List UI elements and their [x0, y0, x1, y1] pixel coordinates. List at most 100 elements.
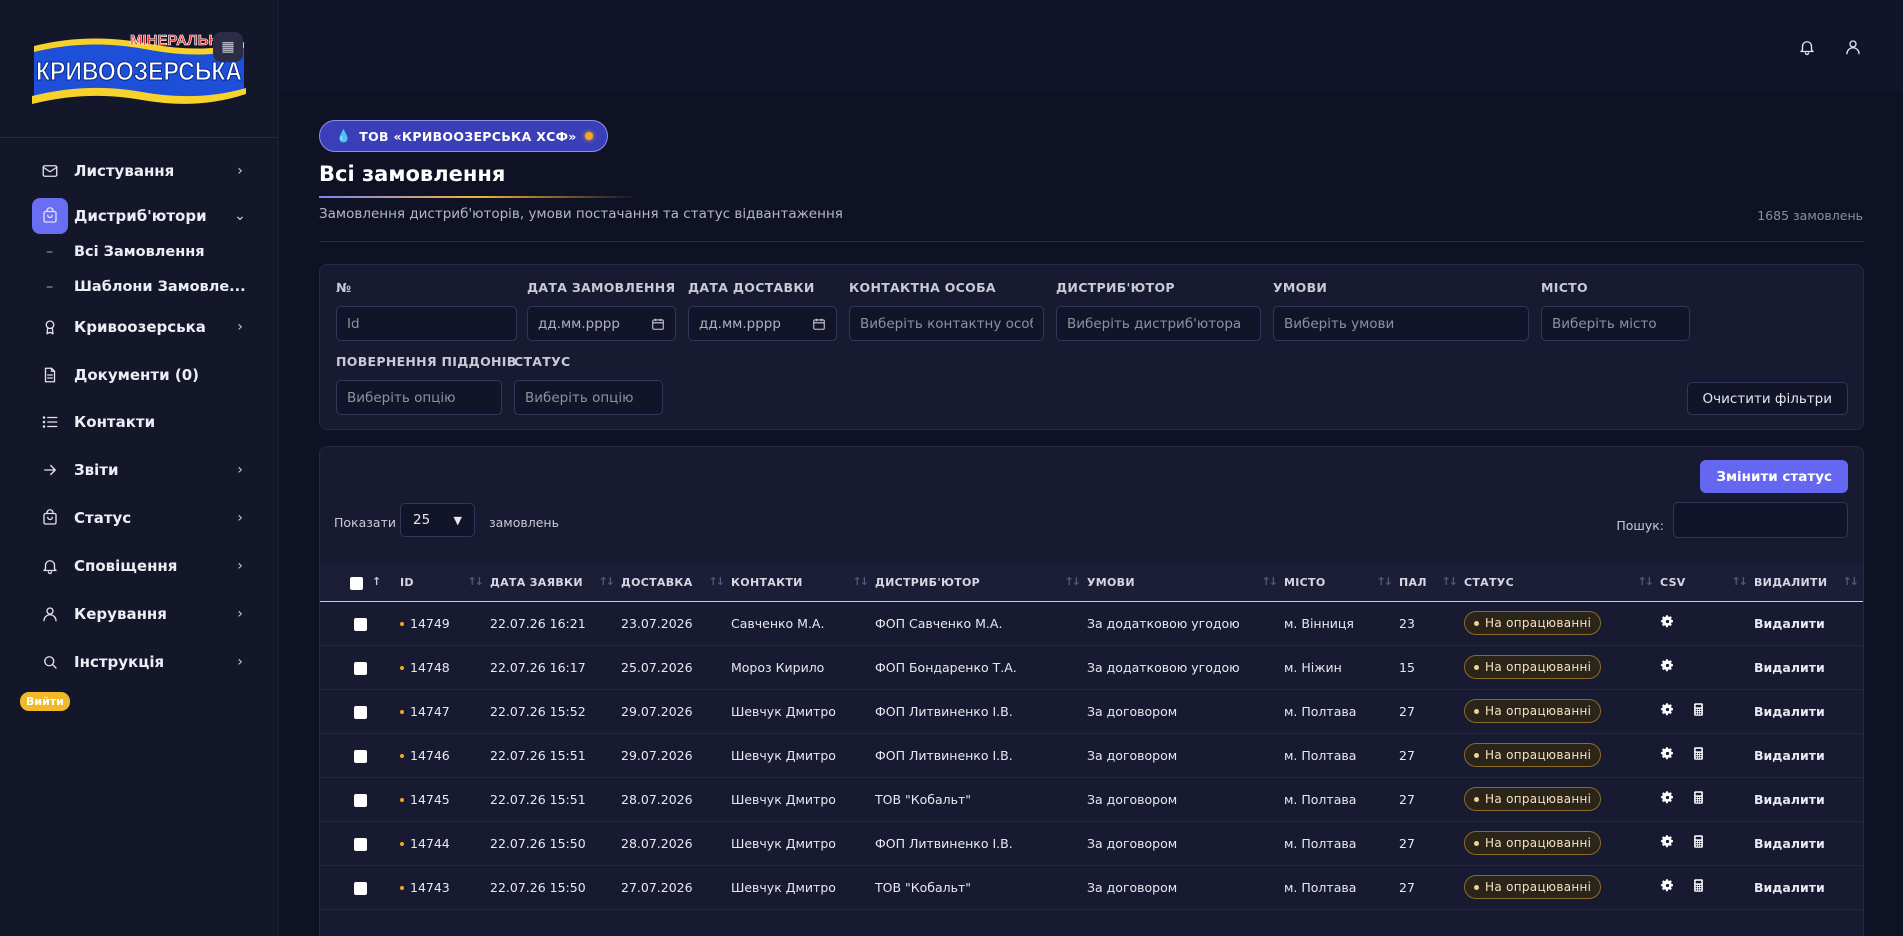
row-checkbox[interactable] — [354, 617, 367, 631]
row-checkbox-cell[interactable] — [320, 865, 400, 909]
sidebar-item-contacts[interactable]: Контакти — [32, 403, 247, 441]
order-id-cell[interactable]: 14747 — [400, 689, 490, 733]
status-badge[interactable]: На опрацюванні — [1464, 875, 1602, 899]
status-badge[interactable]: На опрацюванні — [1464, 611, 1602, 635]
col-contacts[interactable]: КОНТАКТИ ↑↓ — [731, 565, 875, 602]
calculator-icon[interactable] — [1691, 834, 1706, 852]
settings-gear-icon[interactable] — [1660, 790, 1675, 808]
delete-cell: Видалити — [1754, 601, 1863, 645]
row-checkbox[interactable] — [354, 793, 367, 807]
table-row[interactable]: 14747 22.07.26 15:52 29.07.2026 Шевчук Дмит… — [320, 689, 1863, 733]
order-id-cell[interactable]: 14748 — [400, 645, 490, 689]
col-status[interactable]: СТАТУС ↑↓ — [1464, 565, 1660, 602]
status-badge[interactable]: На опрацюванні — [1464, 655, 1602, 679]
row-checkbox-cell[interactable] — [320, 645, 400, 689]
row-checkbox-cell[interactable] — [320, 821, 400, 865]
table-row[interactable]: 14749 22.07.26 16:21 23.07.2026 Савченко М.… — [320, 601, 1863, 645]
filter-city-select[interactable] — [1541, 306, 1690, 341]
change-status-button[interactable]: Змінити статус — [1700, 460, 1848, 493]
sidebar-item-status[interactable]: Статус › — [32, 499, 247, 537]
settings-gear-icon[interactable] — [1660, 834, 1675, 852]
row-checkbox-cell[interactable] — [320, 733, 400, 777]
table-row[interactable]: 14744 22.07.26 15:50 28.07.2026 Шевчук Дмит… — [320, 821, 1863, 865]
col-pallets[interactable]: ПАЛ ↑↓ — [1399, 565, 1464, 602]
sidebar-item-notifications[interactable]: Сповіщення › — [32, 547, 247, 585]
row-checkbox[interactable] — [354, 749, 367, 763]
search-input[interactable] — [1673, 502, 1848, 538]
row-checkbox-cell[interactable] — [320, 689, 400, 733]
row-checkbox[interactable] — [354, 705, 367, 719]
status-badge[interactable]: На опрацюванні — [1464, 699, 1602, 723]
col-terms[interactable]: УМОВИ ↑↓ — [1087, 565, 1284, 602]
notifications-bell-icon[interactable] — [1796, 36, 1818, 58]
delete-button[interactable]: Видалити — [1754, 748, 1825, 763]
apps-grid-icon[interactable]: ▦ — [213, 32, 243, 62]
select-all-checkbox[interactable] — [350, 576, 363, 590]
arrow-right-icon — [32, 452, 68, 488]
filter-id-input[interactable] — [336, 306, 517, 341]
sidebar-item-management[interactable]: Керування › — [32, 595, 247, 633]
logout-button[interactable]: Вийти — [20, 692, 70, 711]
col-id[interactable]: ID ↑↓ — [400, 565, 490, 602]
order-id-cell[interactable]: 14743 — [400, 865, 490, 909]
select-all-header[interactable]: ↑ — [320, 565, 400, 602]
status-badge[interactable]: На опрацюванні — [1464, 787, 1602, 811]
sidebar-subitem-order-templates[interactable]: – Шаблони Замовле... — [46, 279, 246, 295]
sidebar-item-documents[interactable]: Документи (0) — [32, 356, 247, 394]
settings-gear-icon[interactable] — [1660, 746, 1675, 764]
profile-user-icon[interactable] — [1842, 36, 1864, 58]
delete-button[interactable]: Видалити — [1754, 616, 1825, 631]
delete-button[interactable]: Видалити — [1754, 792, 1825, 807]
settings-gear-icon[interactable] — [1660, 702, 1675, 720]
settings-gear-icon[interactable] — [1660, 614, 1675, 632]
page-size-select[interactable]: 25 ▼ — [400, 503, 475, 537]
row-checkbox-cell[interactable] — [320, 601, 400, 645]
settings-gear-icon[interactable] — [1660, 878, 1675, 896]
filter-contact-select[interactable] — [849, 306, 1044, 341]
row-checkbox[interactable] — [354, 837, 367, 851]
filter-terms-select[interactable] — [1273, 306, 1529, 341]
col-delete[interactable]: ВИДАЛИТИ ↑↓ — [1754, 565, 1863, 602]
filter-delivery-date-input[interactable]: дд.мм.рррр — [688, 306, 837, 341]
filter-distributor-select[interactable] — [1056, 306, 1261, 341]
filter-order-date-input[interactable]: дд.мм.рррр — [527, 306, 676, 341]
table-row[interactable]: 14745 22.07.26 15:51 28.07.2026 Шевчук Дмит… — [320, 777, 1863, 821]
status-badge[interactable]: На опрацюванні — [1464, 831, 1602, 855]
table-row[interactable]: 14743 22.07.26 15:50 27.07.2026 Шевчук Дмит… — [320, 865, 1863, 909]
calculator-icon[interactable] — [1691, 702, 1706, 720]
col-delivery[interactable]: ДОСТАВКА ↑↓ — [621, 565, 731, 602]
delete-button[interactable]: Видалити — [1754, 836, 1825, 851]
order-id-cell[interactable]: 14744 — [400, 821, 490, 865]
calculator-icon[interactable] — [1691, 878, 1706, 896]
col-csv[interactable]: CSV ↑↓ — [1660, 565, 1754, 602]
sidebar-subitem-all-orders[interactable]: – Всі Замовлення — [46, 244, 205, 260]
sidebar-item-distributors[interactable]: Дистриб'ютори ⌄ — [32, 197, 247, 235]
table-row[interactable]: 14748 22.07.26 16:17 25.07.2026 Мороз Кирил… — [320, 645, 1863, 689]
status-badge[interactable]: На опрацюванні — [1464, 743, 1602, 767]
sidebar-item-mail[interactable]: Листування › — [32, 152, 247, 190]
delete-button[interactable]: Видалити — [1754, 704, 1825, 719]
row-checkbox[interactable] — [354, 661, 367, 675]
order-id-cell[interactable]: 14745 — [400, 777, 490, 821]
calculator-icon[interactable] — [1691, 746, 1706, 764]
delete-button[interactable]: Видалити — [1754, 660, 1825, 675]
filter-status-select[interactable] — [514, 380, 663, 415]
calculator-icon[interactable] — [1691, 790, 1706, 808]
col-request-date[interactable]: ДАТА ЗАЯВКИ ↑↓ — [490, 565, 621, 602]
sidebar-item-instructions[interactable]: Інструкція › — [32, 643, 247, 681]
clear-filters-button[interactable]: Очистити фільтри — [1686, 382, 1848, 415]
row-checkbox[interactable] — [354, 881, 367, 895]
col-distributor[interactable]: ДИСТРИБ'ЮТОР ↑↓ — [875, 565, 1087, 602]
sidebar-item-kryvoozerska[interactable]: Кривоозерська › — [32, 308, 247, 346]
city-cell: м. Полтава — [1284, 879, 1357, 895]
sidebar-item-reports[interactable]: Звіти › — [32, 451, 247, 489]
order-id-cell[interactable]: 14749 — [400, 601, 490, 645]
company-badge[interactable]: 💧 ТОВ «КРИВООЗЕРСЬКА ХСФ» — [319, 120, 608, 152]
order-id-cell[interactable]: 14746 — [400, 733, 490, 777]
table-row[interactable]: 14746 22.07.26 15:51 29.07.2026 Шевчук Дмит… — [320, 733, 1863, 777]
settings-gear-icon[interactable] — [1660, 658, 1675, 676]
row-checkbox-cell[interactable] — [320, 777, 400, 821]
col-city[interactable]: МІСТО ↑↓ — [1284, 565, 1399, 602]
filter-pallet-select[interactable] — [336, 380, 502, 415]
delete-button[interactable]: Видалити — [1754, 880, 1825, 895]
